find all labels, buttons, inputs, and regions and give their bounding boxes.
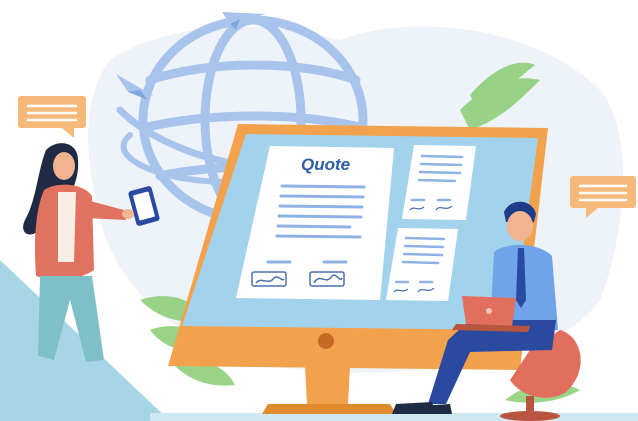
floor-line xyxy=(150,413,638,421)
quote-title: Quote xyxy=(301,155,350,174)
monitor-stand xyxy=(305,366,350,404)
speech-bubble-icon xyxy=(18,96,86,138)
small-document-bottom xyxy=(386,228,458,301)
woman-face xyxy=(53,152,75,180)
monitor-base xyxy=(262,404,396,414)
man-face xyxy=(507,211,533,241)
illustration-scene: Quote xyxy=(0,12,638,421)
monitor-power-button xyxy=(318,333,334,349)
small-document-top xyxy=(402,145,476,220)
woman-shirt xyxy=(58,192,76,262)
